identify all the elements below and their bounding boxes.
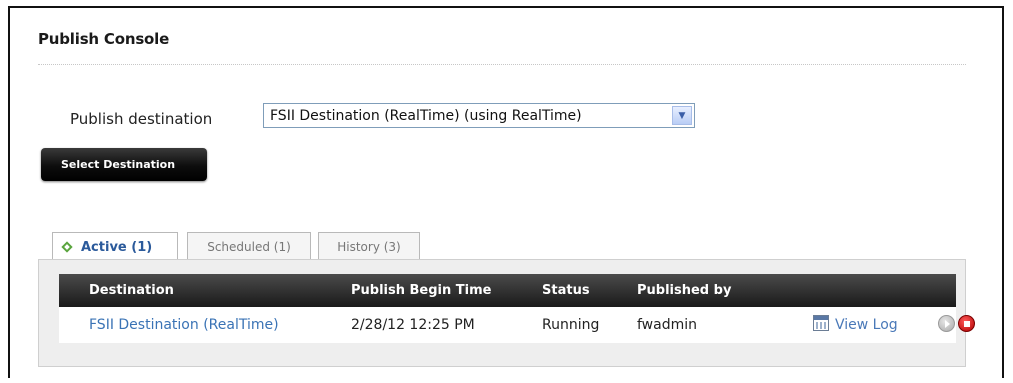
column-header-begin-time: Publish Begin Time (351, 283, 492, 298)
play-icon[interactable] (938, 315, 955, 332)
chevron-down-icon[interactable]: ▼ (672, 106, 692, 125)
stop-icon[interactable] (958, 315, 975, 332)
tab-scheduled[interactable]: Scheduled (1) (187, 232, 311, 260)
select-destination-button[interactable]: Select Destination (41, 148, 207, 181)
view-log-link[interactable]: View Log (835, 317, 898, 333)
tab-history-label: History (3) (337, 239, 401, 254)
tab-active-label: Active (1) (81, 239, 153, 255)
column-header-destination: Destination (89, 283, 174, 298)
column-header-status: Status (542, 283, 590, 298)
tab-active[interactable]: Active (1) (52, 232, 178, 261)
page-title: Publish Console (38, 30, 170, 48)
tab-scheduled-label: Scheduled (1) (207, 239, 291, 254)
table-header: Destination Publish Begin Time Status Pu… (59, 274, 956, 307)
column-header-published-by: Published by (637, 283, 732, 298)
row-destination-link[interactable]: FSII Destination (RealTime) (89, 317, 279, 333)
table-row: FSII Destination (RealTime) 2/28/12 12:2… (59, 307, 975, 343)
calendar-icon[interactable] (813, 315, 829, 331)
row-status: Running (542, 317, 600, 333)
row-begin-time: 2/28/12 12:25 PM (351, 317, 475, 333)
active-diamond-icon (61, 241, 73, 253)
row-published-by: fwadmin (637, 317, 697, 333)
publish-destination-label: Publish destination (70, 110, 213, 128)
publish-destination-select[interactable]: FSII Destination (RealTime) (using RealT… (263, 103, 695, 128)
tab-history[interactable]: History (3) (318, 232, 420, 260)
publish-destination-value: FSII Destination (RealTime) (using RealT… (270, 107, 582, 124)
title-divider (38, 64, 966, 65)
publish-table-panel: Destination Publish Begin Time Status Pu… (38, 259, 975, 367)
